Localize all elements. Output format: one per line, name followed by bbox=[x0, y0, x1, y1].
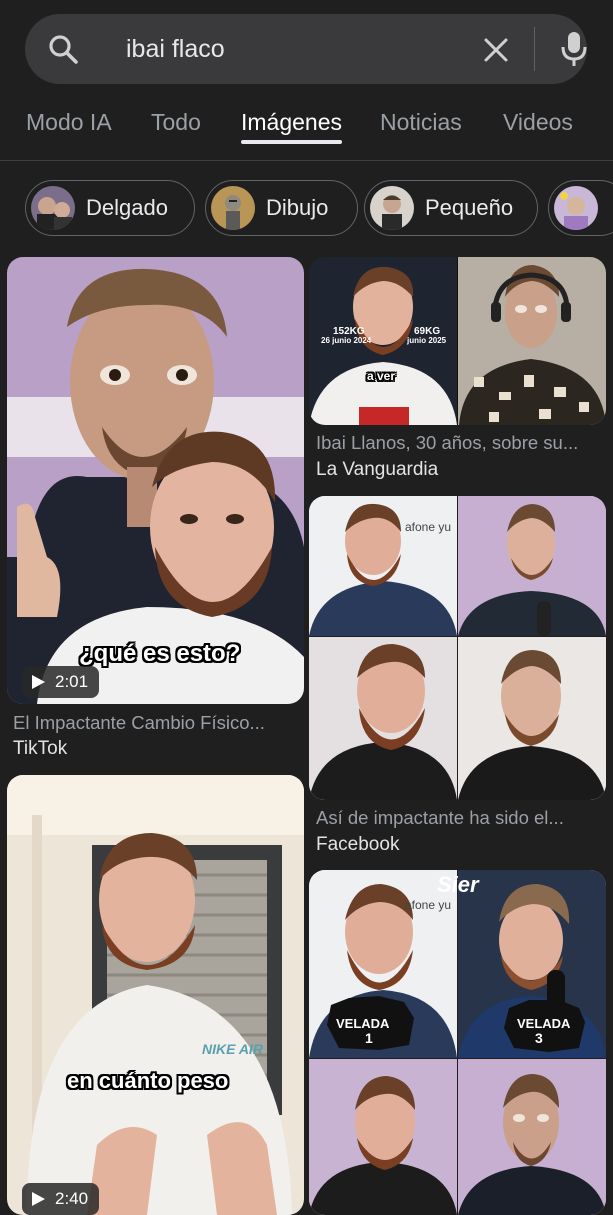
chip-thumbnail bbox=[370, 186, 414, 230]
image-result-velada[interactable]: Sier afone yu VELADA 1 VELADA 3 bbox=[309, 870, 606, 1215]
chip-thumbnail bbox=[554, 186, 598, 230]
velada-badge-label: VELADA bbox=[517, 1016, 571, 1031]
video-caption: ¿qué es esto? bbox=[79, 640, 241, 667]
search-bar[interactable]: ibai flaco bbox=[25, 14, 587, 84]
duration-text: 2:40 bbox=[55, 1189, 89, 1208]
active-tab-indicator bbox=[241, 140, 342, 144]
result-image bbox=[309, 496, 606, 800]
search-input[interactable]: ibai flaco bbox=[126, 32, 225, 66]
background-banner-text: afone yu bbox=[405, 898, 452, 912]
result-title[interactable]: El Impactante Cambio Físico... bbox=[13, 711, 303, 735]
tab-modo-ia[interactable]: Modo IA bbox=[26, 108, 112, 136]
video-caption: a ver bbox=[367, 369, 396, 383]
shirt-logo: NIKE AIR bbox=[202, 1041, 263, 1057]
search-icon[interactable] bbox=[47, 33, 79, 65]
video-duration-badge: 2:01 bbox=[22, 666, 99, 698]
chip-dibujo[interactable]: Dibujo bbox=[205, 180, 358, 236]
result-source[interactable]: TikTok bbox=[13, 737, 67, 761]
chip-more[interactable] bbox=[548, 180, 613, 236]
mic-icon[interactable] bbox=[559, 29, 589, 69]
video-caption: en cuánto peso bbox=[67, 1068, 229, 1093]
image-result-tiktok[interactable]: ¿qué es esto? 2:01 bbox=[7, 257, 304, 704]
before-date-label: 26 junio 2024 bbox=[321, 336, 372, 345]
background-banner-text: afone yu bbox=[405, 520, 452, 534]
tab-videos[interactable]: Videos bbox=[503, 108, 573, 136]
chip-pequeno[interactable]: Pequeño bbox=[364, 180, 538, 236]
result-image bbox=[7, 775, 304, 1215]
velada-badge-number: 1 bbox=[365, 1030, 373, 1046]
close-icon[interactable] bbox=[481, 35, 511, 65]
tabs-divider bbox=[0, 160, 613, 161]
search-divider bbox=[534, 27, 535, 71]
tab-todo[interactable]: Todo bbox=[151, 108, 201, 136]
image-result-facebook[interactable]: afone yu bbox=[309, 496, 606, 800]
chip-label: Dibujo bbox=[266, 195, 329, 220]
tab-noticias[interactable]: Noticias bbox=[380, 108, 462, 136]
image-result-la-vanguardia[interactable]: 152KG 26 junio 2024 69KG junio 2025 a ve… bbox=[309, 257, 606, 425]
video-duration-badge: 2:40 bbox=[22, 1183, 99, 1215]
result-title[interactable]: Así de impactante ha sido el... bbox=[316, 806, 606, 830]
result-source[interactable]: Facebook bbox=[316, 833, 399, 857]
watermark-text: Sier bbox=[437, 872, 479, 897]
result-title[interactable]: Ibai Llanos, 30 años, sobre su... bbox=[316, 431, 606, 455]
image-result-video-2[interactable]: NIKE AIR en cuánto peso 2:40 bbox=[7, 775, 304, 1215]
tab-imagenes[interactable]: Imágenes bbox=[241, 108, 342, 136]
result-source[interactable]: La Vanguardia bbox=[316, 458, 438, 482]
after-date-label: junio 2025 bbox=[407, 336, 447, 345]
chip-label: Pequeño bbox=[425, 195, 514, 220]
duration-text: 2:01 bbox=[55, 672, 89, 691]
result-image bbox=[7, 257, 304, 704]
chip-thumbnail bbox=[211, 186, 255, 230]
play-icon bbox=[32, 675, 45, 689]
chip-label: Delgado bbox=[86, 195, 168, 220]
velada-badge-number: 3 bbox=[535, 1030, 543, 1046]
tab-more-partial[interactable] bbox=[609, 108, 613, 136]
chip-thumbnail bbox=[31, 186, 75, 230]
result-image bbox=[309, 870, 606, 1215]
velada-badge-label: VELADA bbox=[336, 1016, 390, 1031]
play-icon bbox=[32, 1192, 45, 1206]
chip-delgado[interactable]: Delgado bbox=[25, 180, 195, 236]
